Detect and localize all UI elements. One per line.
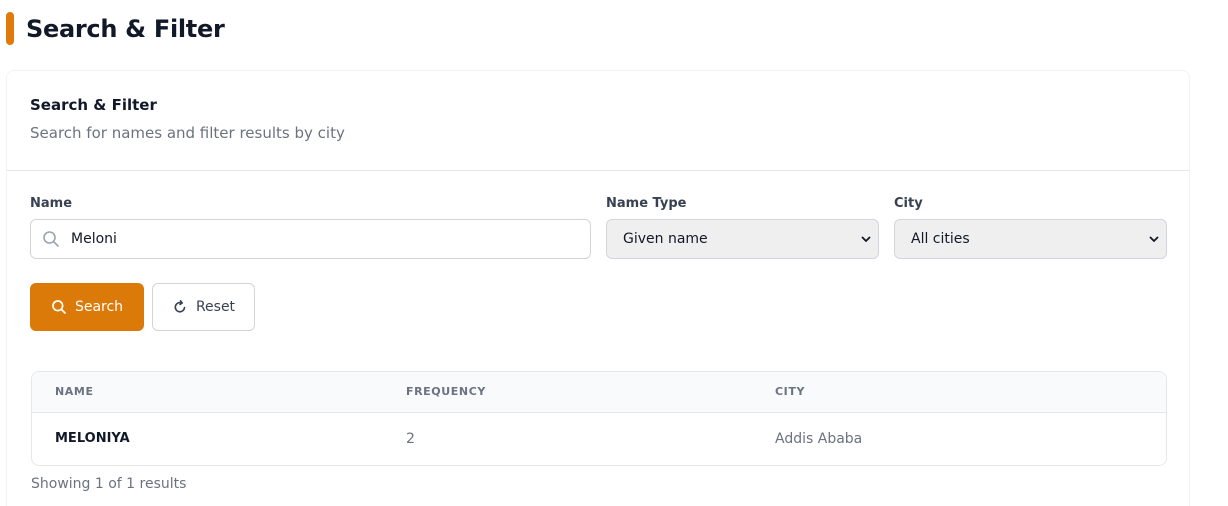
city-label: City [894, 196, 923, 211]
card-subtitle: Search for names and filter results by c… [30, 124, 345, 142]
name-search-input[interactable]: Meloni [30, 219, 591, 259]
column-header-name: NAME [55, 385, 94, 398]
page-title: Search & Filter [26, 14, 225, 43]
table-row: MELONIYA 2 Addis Ababa [32, 413, 1166, 465]
search-filter-card: Search & Filter Search for names and fil… [6, 70, 1190, 506]
city-value: All cities [911, 231, 970, 247]
chevron-down-icon [1148, 233, 1160, 245]
city-select[interactable]: All cities [894, 219, 1167, 259]
page-header: Search & Filter [6, 12, 225, 45]
card-header: Search & Filter Search for names and fil… [7, 71, 1189, 171]
search-button[interactable]: Search [30, 283, 144, 331]
results-table: NAME FREQUENCY CITY MELONIYA 2 Addis Aba… [31, 371, 1167, 466]
column-header-city: CITY [775, 385, 806, 398]
reset-button-label: Reset [195, 299, 236, 315]
cell-name: MELONIYA [55, 431, 130, 446]
name-field-label: Name [30, 196, 73, 211]
results-count: Showing 1 of 1 results [31, 476, 187, 492]
name-type-select[interactable]: Given name [606, 219, 879, 259]
cell-city: Addis Ababa [775, 431, 863, 447]
name-type-label: Name Type [606, 196, 687, 211]
search-filter-page: Search & Filter Search & Filter Search f… [0, 0, 1228, 506]
chevron-down-icon [860, 233, 872, 245]
reset-button[interactable]: Reset [152, 283, 255, 331]
card-title: Search & Filter [30, 96, 157, 114]
name-input-value: Meloni [71, 231, 117, 247]
cell-frequency: 2 [406, 431, 415, 447]
title-accent-bar [6, 12, 14, 45]
name-type-value: Given name [623, 231, 708, 247]
table-header: NAME FREQUENCY CITY [32, 372, 1166, 413]
search-icon [51, 299, 67, 315]
search-icon [42, 230, 60, 248]
refresh-icon [172, 299, 188, 315]
column-header-frequency: FREQUENCY [406, 385, 486, 398]
search-button-label: Search [74, 299, 124, 315]
